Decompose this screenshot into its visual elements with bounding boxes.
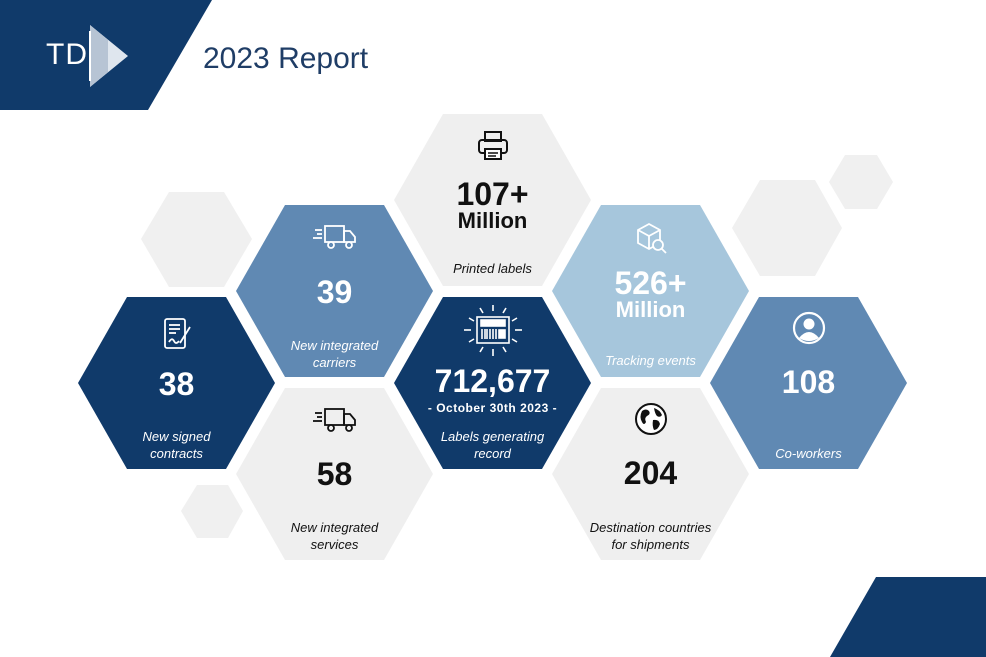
printer-icon: [477, 131, 508, 160]
stat-countries: 204 Destination countries for shipments: [552, 388, 749, 560]
tracking-value: 526+: [614, 265, 687, 301]
countries-label-line1: Destination countries: [589, 520, 712, 535]
contracts-label-line1: New signed: [142, 429, 211, 444]
printed-labels-label: Printed labels: [453, 261, 532, 276]
tracking-label: Tracking events: [605, 353, 696, 368]
carriers-label-line2: carriers: [312, 355, 357, 370]
contracts-label-line2: contracts: [150, 446, 203, 461]
user-icon: [792, 311, 825, 345]
coworkers-label: Co-workers: [775, 446, 842, 461]
delivery-truck-icon: [312, 408, 356, 432]
decor-hex: [181, 485, 243, 538]
stat-services: 58 New integrated services: [236, 388, 433, 560]
globe-icon: [634, 403, 667, 435]
services-label-line2: services: [310, 537, 359, 552]
services-value: 58: [316, 456, 353, 492]
signed-document-icon: [163, 318, 191, 349]
countries-label-line2: for shipments: [611, 537, 690, 552]
decor-hex: [829, 155, 893, 209]
record-label-line2: record: [474, 446, 511, 461]
carriers-label-line1: New integrated: [290, 338, 379, 353]
record-label-line1: Labels generating: [440, 429, 545, 444]
delivery-truck-icon: [312, 225, 356, 249]
countries-value: 204: [623, 455, 678, 491]
services-label-line1: New integrated: [290, 520, 379, 535]
package-search-icon: [636, 222, 667, 254]
barcode-label-icon: [463, 305, 522, 356]
